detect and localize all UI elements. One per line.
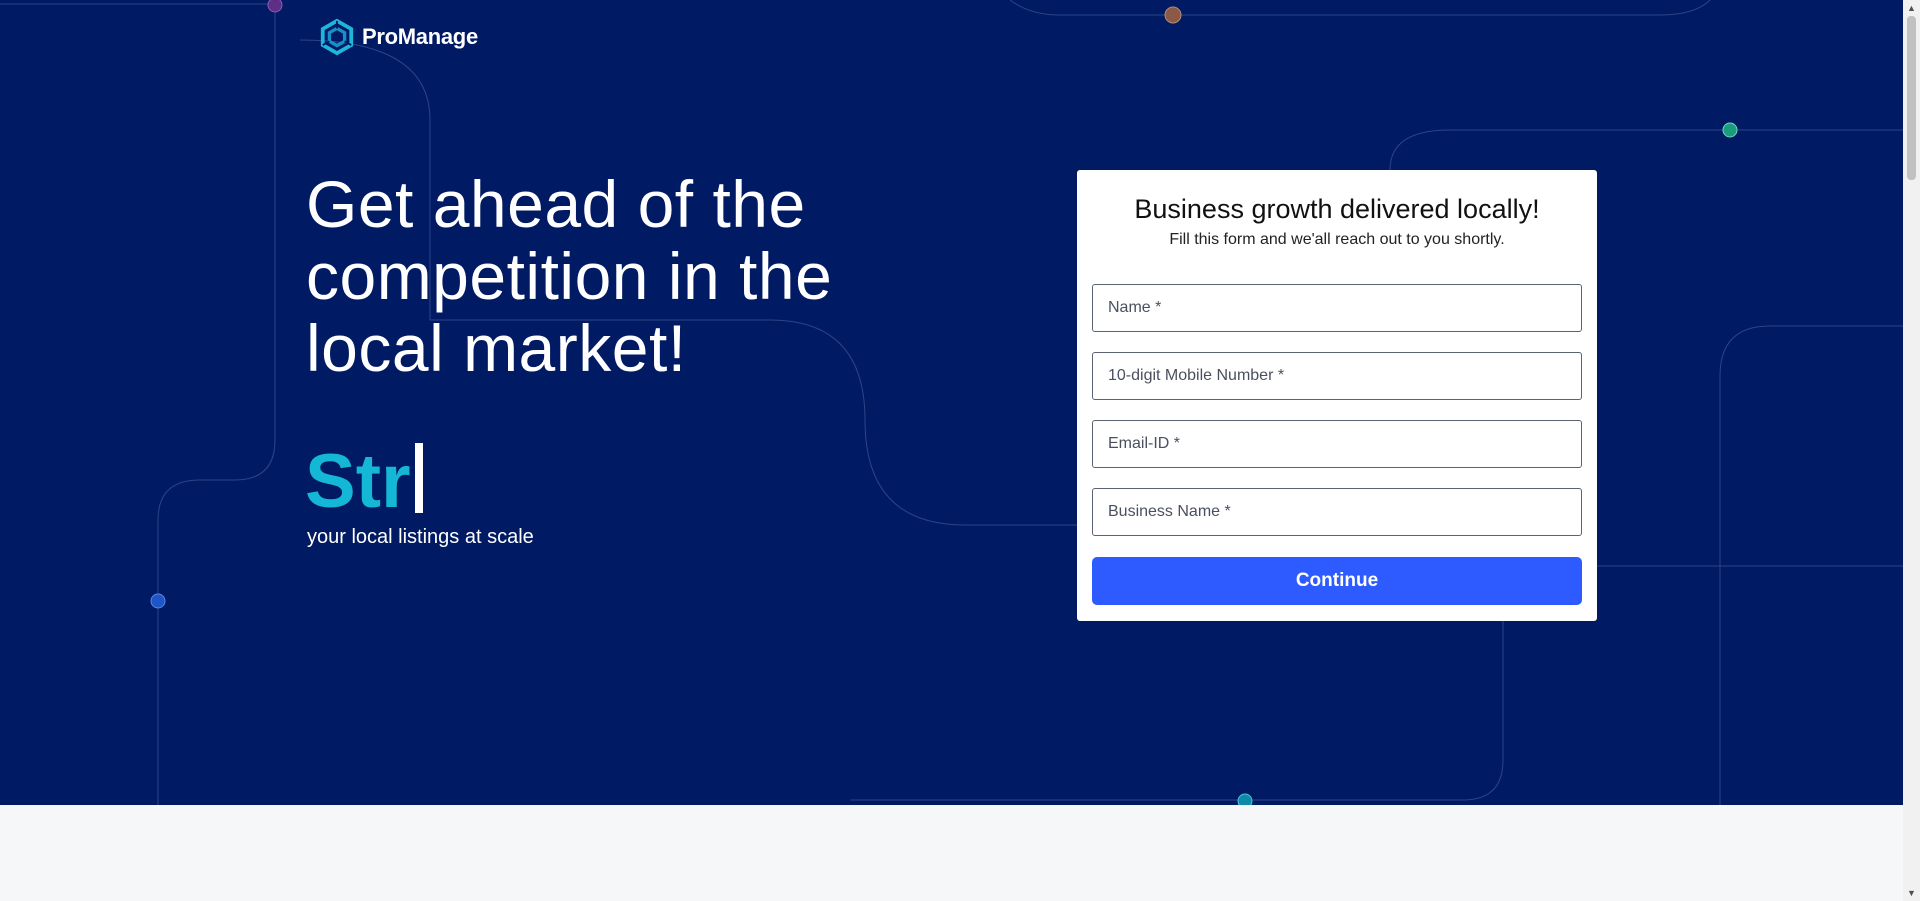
brand-logo[interactable]: ProManage xyxy=(318,18,478,56)
circuit-node-brown xyxy=(1164,6,1182,24)
name-input[interactable] xyxy=(1092,284,1582,332)
lead-form: Business growth delivered locally! Fill … xyxy=(1077,170,1597,621)
typed-text: Str xyxy=(305,439,411,524)
form-title: Business growth delivered locally! xyxy=(1134,194,1540,224)
typing-cursor xyxy=(414,443,423,513)
typed-keyword: Str xyxy=(305,438,423,526)
hero-headline: Get ahead of the competition in the loca… xyxy=(306,167,833,385)
continue-button[interactable]: Continue xyxy=(1092,557,1582,605)
hero-subline: your local listings at scale xyxy=(307,526,534,548)
scrollbar-thumb[interactable] xyxy=(1907,16,1916,180)
brand-name: ProManage xyxy=(362,24,478,49)
circuit-node-blue xyxy=(150,593,166,609)
circuit-node-green xyxy=(1722,122,1738,138)
background-circuit-lines xyxy=(0,0,1903,805)
page-scrollbar[interactable]: ▲ ▼ xyxy=(1903,0,1920,901)
circuit-node-purple xyxy=(267,0,283,13)
circuit-node-teal xyxy=(1237,793,1253,805)
promanage-hexagon-logo-icon xyxy=(320,18,354,56)
email-input[interactable] xyxy=(1092,420,1582,468)
triangle-up-icon[interactable]: ▲ xyxy=(1903,0,1920,16)
form-subtitle: Fill this form and we'all reach out to y… xyxy=(1169,231,1505,248)
hero-section: ProManage Get ahead of the competition i… xyxy=(0,0,1903,805)
mobile-number-input[interactable] xyxy=(1092,352,1582,400)
triangle-down-icon[interactable]: ▼ xyxy=(1903,885,1920,901)
business-name-input[interactable] xyxy=(1092,488,1582,536)
